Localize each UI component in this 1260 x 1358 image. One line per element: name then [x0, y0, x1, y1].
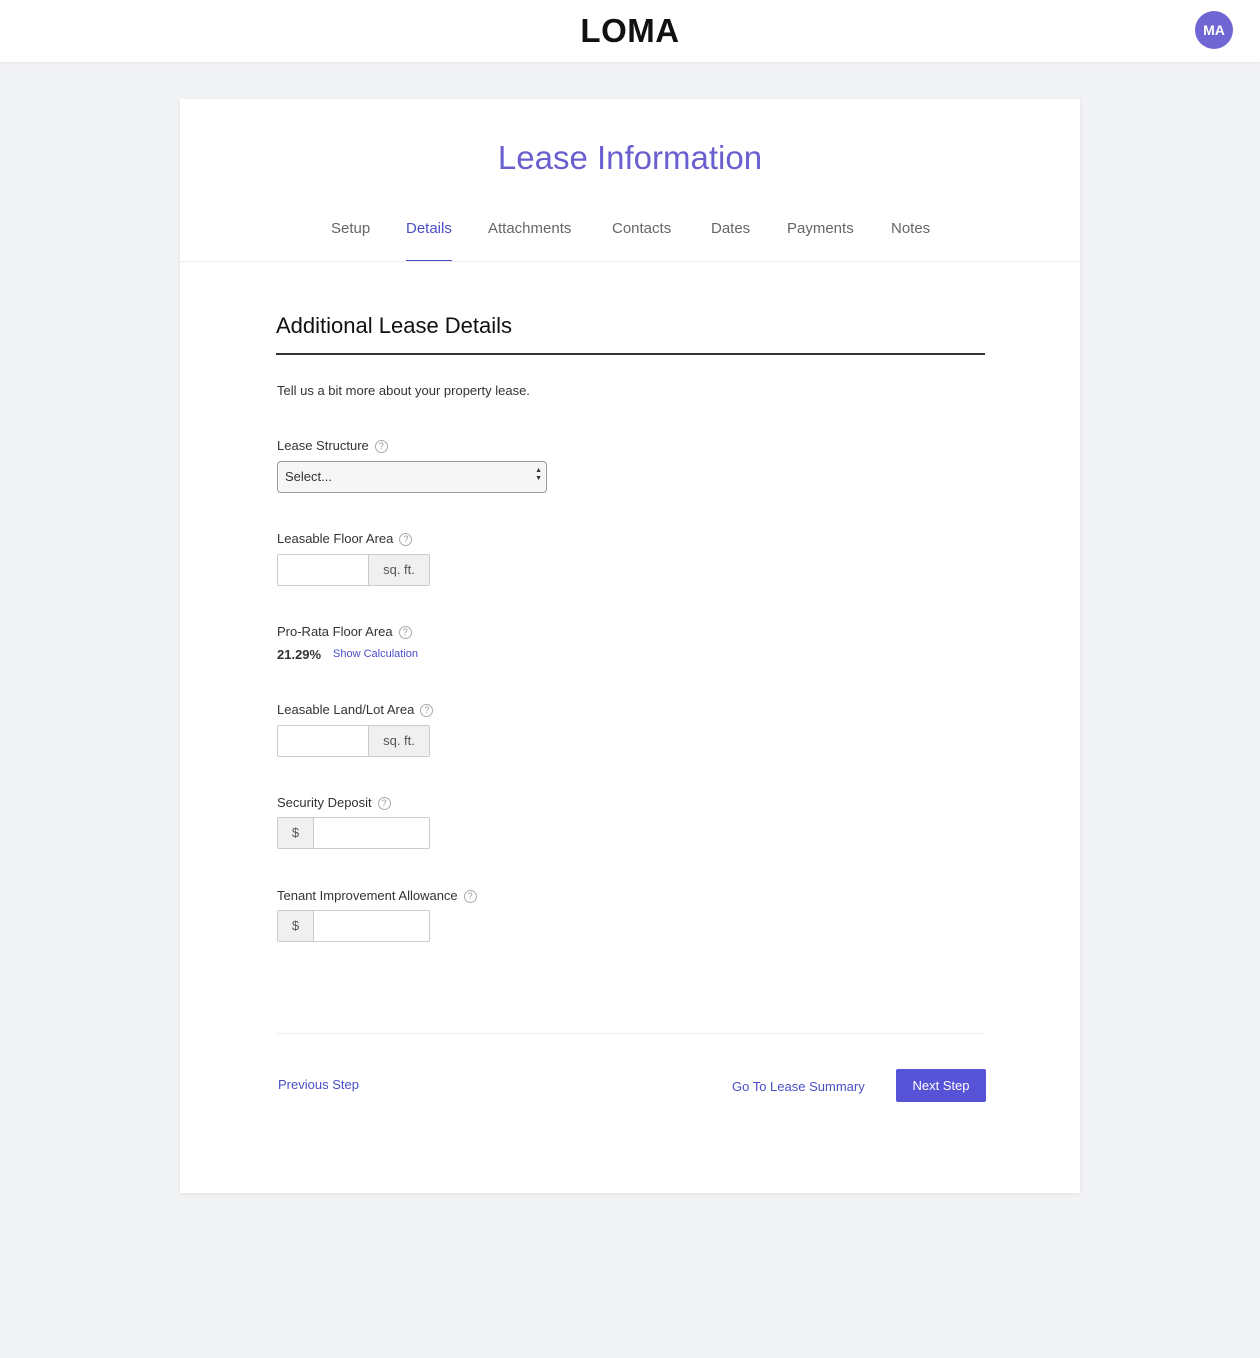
footer-divider	[277, 1033, 985, 1034]
sq-ft-addon: sq. ft.	[368, 726, 429, 756]
leasable-floor-area-label: Leasable Floor Area?	[277, 531, 413, 547]
pro-rata-floor-area-label: Pro-Rata Floor Area?	[277, 624, 412, 640]
dollar-addon: $	[278, 818, 314, 848]
lease-structure-label: Lease Structure?	[277, 438, 388, 454]
tab-setup[interactable]: Setup	[331, 220, 370, 260]
show-calculation-link[interactable]: Show Calculation	[333, 648, 418, 660]
previous-step-link[interactable]: Previous Step	[278, 1077, 359, 1092]
user-avatar[interactable]: MA	[1195, 11, 1233, 49]
security-deposit-label: Security Deposit?	[277, 795, 391, 811]
security-deposit-group: $	[277, 817, 430, 849]
tenant-improvement-label: Tenant Improvement Allowance?	[277, 888, 477, 904]
lease-tabs: Setup Details Attachments Contacts Dates…	[180, 217, 1080, 262]
tenant-improvement-group: $	[277, 910, 430, 942]
lease-form-card: Lease Information Setup Details Attachme…	[180, 99, 1080, 1193]
leasable-floor-area-input[interactable]	[278, 555, 369, 585]
leasable-floor-area-group: sq. ft.	[277, 554, 430, 586]
tab-contacts[interactable]: Contacts	[612, 220, 671, 260]
help-icon[interactable]: ?	[463, 890, 477, 904]
section-title: Additional Lease Details	[276, 313, 513, 338]
help-icon[interactable]: ?	[398, 626, 412, 640]
tab-payments[interactable]: Payments	[787, 220, 854, 260]
top-navbar: LOMA MA	[0, 0, 1260, 62]
section-intro: Tell us a bit more about your property l…	[277, 383, 530, 398]
dollar-addon: $	[278, 911, 314, 941]
tab-details[interactable]: Details	[406, 220, 452, 261]
leasable-land-area-group: sq. ft.	[277, 725, 430, 757]
section-divider	[276, 353, 985, 355]
lease-structure-value: Select...	[285, 469, 332, 484]
leasable-land-area-input[interactable]	[278, 726, 369, 756]
select-arrows-icon: ▲ ▼	[535, 467, 542, 482]
tab-dates[interactable]: Dates	[711, 220, 750, 260]
pro-rata-value: 21.29%	[277, 647, 322, 662]
next-step-button[interactable]: Next Step	[896, 1069, 986, 1102]
security-deposit-input[interactable]	[314, 818, 429, 848]
app-logo[interactable]: LOMA	[0, 12, 1260, 50]
lease-structure-select[interactable]: Select... ▲ ▼	[277, 461, 547, 493]
help-icon[interactable]: ?	[374, 440, 388, 454]
page-title: Lease Information	[497, 139, 763, 176]
lease-summary-link[interactable]: Go To Lease Summary	[732, 1079, 865, 1094]
help-icon[interactable]: ?	[399, 533, 413, 547]
leasable-land-area-label: Leasable Land/Lot Area?	[277, 702, 434, 718]
tab-attachments[interactable]: Attachments	[488, 220, 571, 260]
help-icon[interactable]: ?	[420, 704, 434, 718]
sq-ft-addon: sq. ft.	[368, 555, 429, 585]
tenant-improvement-input[interactable]	[314, 911, 429, 941]
help-icon[interactable]: ?	[377, 797, 391, 811]
tab-notes[interactable]: Notes	[891, 220, 930, 260]
